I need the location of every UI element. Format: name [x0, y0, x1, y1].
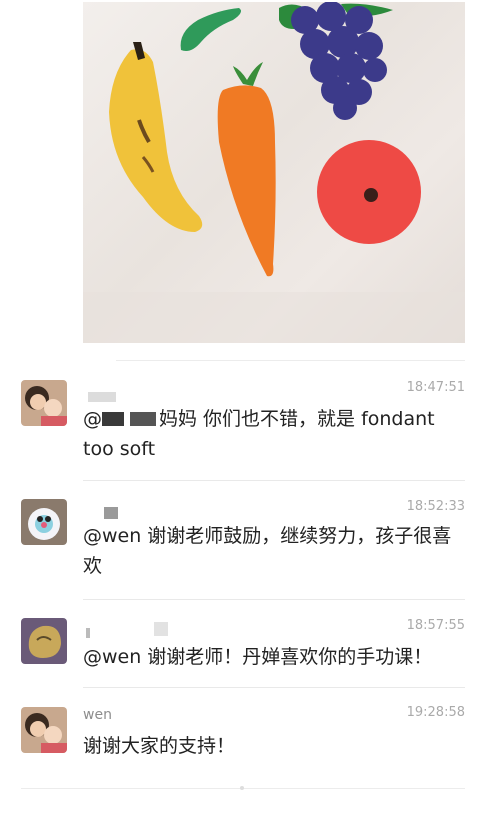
comment-divider: [83, 480, 465, 481]
avatar-photo-icon: [21, 707, 67, 753]
comment-text: @ 妈妈 你们也不错，就是 fondant too soft: [83, 408, 435, 460]
avatar-photo-icon: [21, 380, 67, 426]
redacted-name: [104, 507, 118, 519]
grapes-shape: [291, 2, 387, 120]
avatar-cake-icon: [21, 499, 67, 545]
comment-text: @wen 谢谢老师！丹婵喜欢你的手功课！: [83, 646, 433, 668]
comment-time: 19:28:58: [406, 705, 465, 720]
comment-time: 18:57:55: [406, 618, 465, 633]
avatar[interactable]: [21, 499, 67, 545]
comment-text: 谢谢大家的支持！: [83, 735, 236, 757]
fruit-illustration: [83, 2, 465, 343]
comment-text: @wen 谢谢老师鼓励，继续努力，孩子很喜欢: [83, 525, 452, 577]
commenter-name[interactable]: wen: [83, 707, 112, 723]
redacted-name: [88, 392, 116, 402]
avatar[interactable]: [21, 380, 67, 426]
avatar-craft-icon: [21, 618, 67, 664]
redacted-name: [86, 628, 90, 638]
comment-divider: [83, 599, 465, 600]
redacted-name: [154, 622, 168, 636]
avatar[interactable]: [21, 618, 67, 664]
fruit-photo[interactable]: [83, 2, 465, 343]
comment-time: 18:47:51: [406, 380, 465, 395]
banana-shape: [109, 49, 203, 233]
avatar[interactable]: [21, 707, 67, 753]
pepper-shape: [180, 8, 241, 51]
top-divider: [116, 360, 465, 361]
bottom-divider-dot: [240, 786, 244, 790]
comment-divider: [83, 687, 465, 688]
carrot-shape: [217, 85, 276, 277]
comment-time: 18:52:33: [406, 499, 465, 514]
